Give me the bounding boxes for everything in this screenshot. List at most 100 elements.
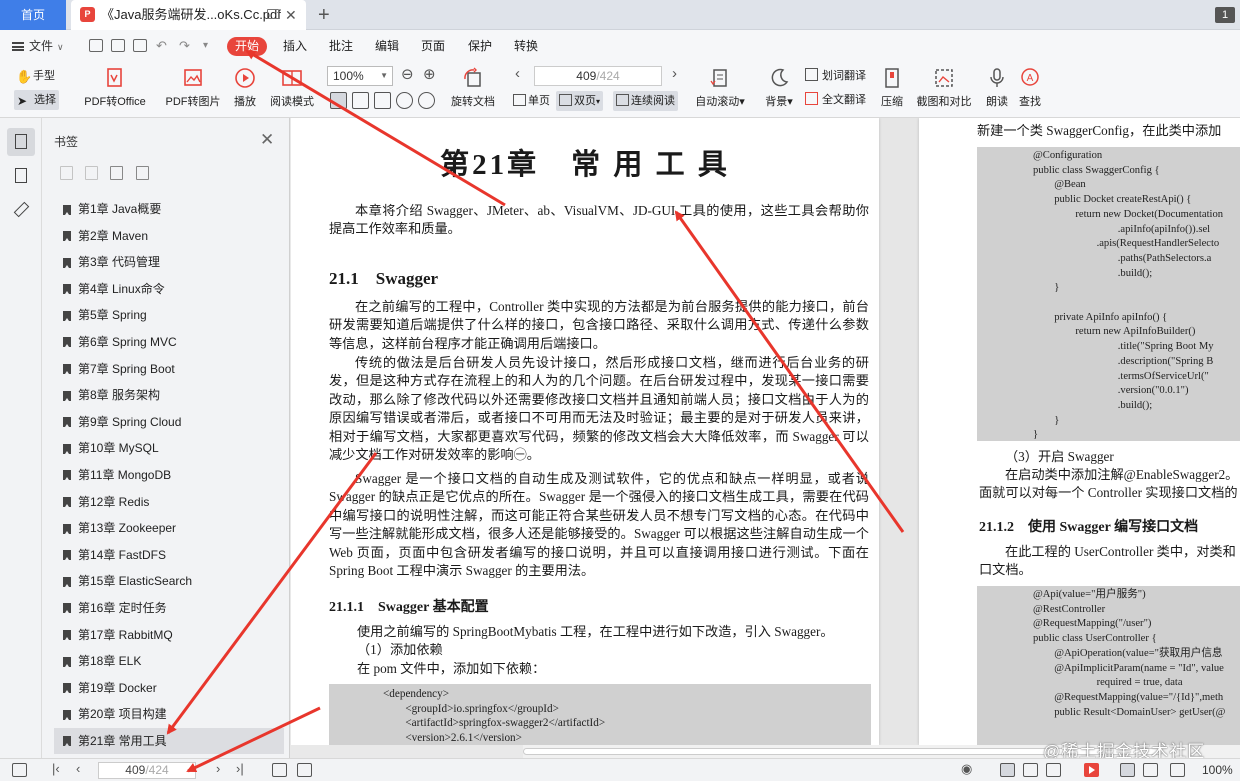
search-label: 查找	[1019, 96, 1041, 108]
zoom-out-icon[interactable]: ⊖	[401, 65, 414, 83]
pom-code-block: <dependency> <groupId>io.springfox</grou…	[329, 684, 871, 745]
full-translate-button[interactable]: 全文翻译	[805, 90, 866, 110]
file-menu[interactable]: 文件 ∨	[12, 30, 64, 63]
zoom-select[interactable]: 100% ▼	[327, 66, 393, 86]
screenshot-compare-button[interactable]: 截图和对比	[913, 62, 975, 118]
auto-scroll-button[interactable]: 自动滚动▾	[692, 62, 748, 118]
fit-width-icon[interactable]	[352, 92, 369, 109]
search-button[interactable]: A 查找	[1015, 62, 1045, 118]
save-icon[interactable]	[111, 39, 125, 52]
auto-scroll-icon	[710, 69, 727, 87]
menu-convert[interactable]: 转换	[514, 30, 538, 62]
select-tool[interactable]: ➤ 选择	[14, 90, 59, 110]
bookmark-item[interactable]: 第5章 Spring	[54, 302, 284, 329]
first-page-icon[interactable]: |‹	[52, 761, 60, 776]
monitor-icon[interactable]	[267, 9, 279, 19]
bookmark-panel-toggle[interactable]	[7, 128, 35, 156]
tab-document[interactable]: P 《Java服务端研发...oKs.Cc.pdf ✕	[71, 0, 306, 30]
expand-all-icon[interactable]	[60, 166, 73, 180]
bookmark-item[interactable]: 第13章 Zookeeper	[54, 515, 284, 542]
sidebar-toggle-icon[interactable]	[12, 763, 27, 777]
prev-page-icon[interactable]: ‹	[515, 65, 520, 82]
bookmark-item[interactable]: 第15章 ElasticSearch	[54, 568, 284, 595]
compress-icon	[885, 68, 899, 88]
status-zoom[interactable]: 100%	[1202, 763, 1233, 777]
menu-page[interactable]: 页面	[421, 30, 445, 62]
book-view-icon[interactable]	[1046, 763, 1061, 777]
background-button[interactable]: 背景▾	[762, 62, 796, 118]
thumbnail-panel-toggle[interactable]	[7, 162, 35, 190]
annotation-panel-toggle[interactable]	[7, 196, 35, 224]
bookmark-item[interactable]: 第8章 服务架构	[54, 382, 284, 409]
fullscreen-icon[interactable]	[1170, 763, 1185, 777]
bookmark-item[interactable]: 第3章 代码管理	[54, 249, 284, 276]
bookmark-item[interactable]: 第10章 MySQL	[54, 435, 284, 462]
single-page-button[interactable]: 单页	[510, 91, 553, 111]
window-count-badge[interactable]: 1	[1215, 7, 1235, 23]
eye-protection-icon[interactable]: ◉	[961, 761, 972, 777]
extract-page-icon[interactable]	[297, 763, 312, 777]
bookmark-item[interactable]: 第14章 FastDFS	[54, 542, 284, 569]
word-translate-button[interactable]: 划词翻译	[805, 66, 866, 86]
double-page-view-icon[interactable]	[1023, 763, 1038, 777]
compress-button[interactable]: 压缩	[877, 62, 907, 118]
bookmark-item[interactable]: 第4章 Linux命令	[54, 276, 284, 303]
bookmark-item[interactable]: 第12章 Redis	[54, 489, 284, 516]
bookmark-item[interactable]: 第9章 Spring Cloud	[54, 409, 284, 436]
hand-tool[interactable]: ✋手型	[16, 66, 55, 86]
menu-edit[interactable]: 编辑	[375, 30, 399, 62]
read-aloud-button[interactable]: 朗读	[982, 62, 1012, 118]
actual-size-icon[interactable]	[374, 92, 391, 109]
document-viewer[interactable]: 第21章 常 用 工 具 本章将介绍 Swagger、JMeter、ab、Vis…	[291, 118, 1240, 745]
fit-page-icon[interactable]	[1120, 763, 1135, 777]
page-number-input[interactable]: 409/424	[534, 66, 662, 86]
read-mode-button[interactable]: 阅读模式	[266, 62, 318, 118]
rotate-document-button[interactable]: 旋转文档	[448, 62, 498, 118]
play-icon[interactable]	[1084, 763, 1099, 777]
bookmark-item[interactable]: 第20章 项目构建	[54, 701, 284, 728]
prev-page-icon[interactable]: ‹	[76, 761, 80, 776]
tab-home[interactable]: 首页	[0, 0, 66, 30]
bookmark-item[interactable]: 第2章 Maven	[54, 223, 284, 250]
bookmark-item[interactable]: 第18章 ELK	[54, 648, 284, 675]
bookmark-item[interactable]: 第6章 Spring MVC	[54, 329, 284, 356]
menu-insert[interactable]: 插入	[283, 30, 307, 62]
print-icon[interactable]	[133, 39, 147, 52]
menu-start[interactable]: 开始	[227, 37, 267, 56]
insert-page-icon[interactable]	[272, 763, 287, 777]
continuous-reading-button[interactable]: 连续阅读	[613, 91, 678, 111]
last-page-icon[interactable]: ›|	[236, 761, 244, 776]
single-page-view-icon[interactable]	[1000, 763, 1015, 777]
close-icon[interactable]: ✕	[260, 130, 274, 150]
redo-icon[interactable]: ↷	[179, 30, 190, 62]
add-bookmark-icon[interactable]	[110, 166, 123, 180]
customize-dropdown-icon[interactable]: ▾	[203, 30, 208, 62]
bookmark-item[interactable]: 第17章 RabbitMQ	[54, 622, 284, 649]
rotate-left-icon[interactable]	[396, 92, 413, 109]
bookmark-item[interactable]: 第19章 Docker	[54, 675, 284, 702]
pdf-to-office-button[interactable]: PDF转Office	[78, 62, 152, 118]
open-folder-icon[interactable]	[89, 39, 103, 52]
menu-protect[interactable]: 保护	[468, 30, 492, 62]
undo-icon[interactable]: ↶	[156, 30, 167, 62]
zoom-in-icon[interactable]: ⊕	[423, 65, 436, 83]
bookmark-item[interactable]: 第7章 Spring Boot	[54, 356, 284, 383]
fit-width-icon[interactable]	[1143, 763, 1158, 777]
bookmark-item[interactable]: 第11章 MongoDB	[54, 462, 284, 489]
bookmark-item[interactable]: 第16章 定时任务	[54, 595, 284, 622]
rotate-right-icon[interactable]	[418, 92, 435, 109]
menu-annotate[interactable]: 批注	[329, 30, 353, 62]
collapse-all-icon[interactable]	[85, 166, 98, 180]
bookmark-item[interactable]: 第21章 常用工具	[54, 727, 284, 755]
status-page-input[interactable]: 409/424	[98, 762, 196, 779]
new-tab-plus-icon[interactable]: +	[318, 0, 330, 30]
close-tab-icon[interactable]: ✕	[285, 0, 297, 30]
fit-page-icon[interactable]	[330, 92, 347, 109]
next-page-icon[interactable]: ›	[672, 65, 677, 82]
bookmark-item[interactable]: 第1章 Java概要	[54, 196, 284, 223]
double-page-button[interactable]: 双页▾	[556, 91, 604, 111]
bookmark-outline-icon[interactable]	[136, 166, 149, 180]
pdf-to-image-button[interactable]: PDF转图片	[163, 62, 223, 118]
next-page-icon[interactable]: ›	[216, 761, 220, 776]
play-button[interactable]: 播放	[228, 62, 262, 118]
